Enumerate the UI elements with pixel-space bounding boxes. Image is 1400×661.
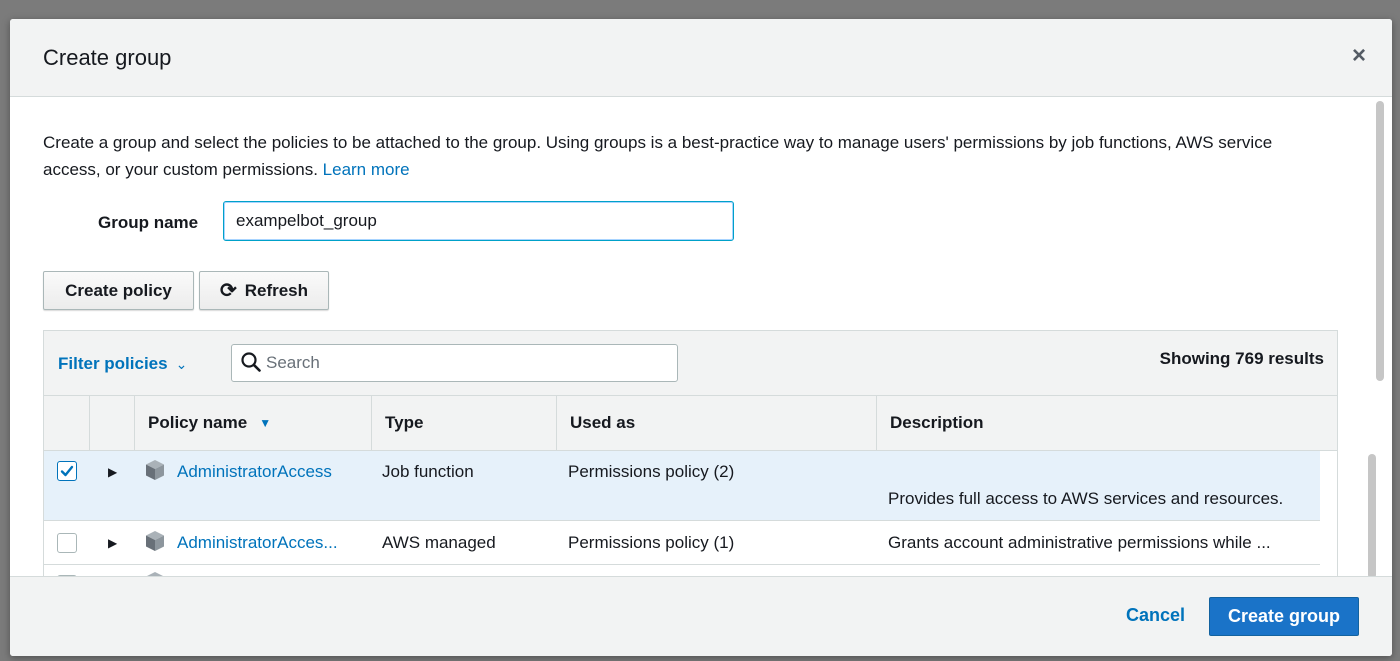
caret-right-icon[interactable]: ▶ <box>108 465 117 479</box>
dialog-scrollbar[interactable] <box>1376 101 1384 381</box>
create-policy-label: Create policy <box>65 280 172 300</box>
type-header-label: Type <box>385 413 424 432</box>
box-icon <box>146 460 164 480</box>
refresh-button[interactable]: ⟳ Refresh <box>199 271 329 310</box>
create-group-label: Create group <box>1227 606 1341 626</box>
column-header-used-as[interactable]: Used as <box>556 396 876 451</box>
create-policy-button[interactable]: Create policy <box>43 271 194 310</box>
policy-used-as: Permissions policy (1) <box>568 533 735 552</box>
filter-policies-dropdown[interactable]: Filter policies ⌄ <box>58 354 187 374</box>
sort-descending-icon[interactable]: ▼ <box>259 416 271 430</box>
cancel-button[interactable]: Cancel <box>1126 605 1185 626</box>
column-header-type[interactable]: Type <box>371 396 556 451</box>
column-header-policy-name[interactable]: Policy name ▼ <box>134 396 371 451</box>
close-icon[interactable]: × <box>1348 44 1370 68</box>
policy-type: Job function <box>382 462 474 481</box>
create-group-button[interactable]: Create group <box>1209 597 1359 636</box>
checkmark-icon <box>60 465 74 477</box>
intro-text: Create a group and select the policies t… <box>43 129 1333 183</box>
table-row[interactable]: ▶ AdministratorAccess Job function Permi… <box>44 451 1320 521</box>
table-row[interactable]: ▶ AdministratorAcces... AWS managed Perm… <box>44 521 1320 565</box>
policy-name-header-label: Policy name <box>148 413 248 432</box>
select-column-header <box>44 396 89 451</box>
group-name-input[interactable] <box>223 201 734 241</box>
policy-name-link[interactable]: AdministratorAccess <box>177 462 332 482</box>
policy-name-link[interactable]: AdministratorAcces... <box>177 533 338 553</box>
dialog-header: Create group × <box>10 19 1392 97</box>
policy-description: Grants account administrative permission… <box>888 533 1271 552</box>
column-header-description[interactable]: Description <box>876 396 1337 451</box>
search-icon <box>241 352 261 372</box>
intro-description: Create a group and select the policies t… <box>43 133 1273 179</box>
policies-table: Filter policies ⌄ Showing 769 results Pol… <box>43 330 1338 580</box>
policy-type: AWS managed <box>382 533 496 552</box>
policy-used-as: Permissions policy (2) <box>568 462 735 481</box>
refresh-icon: ⟳ <box>219 279 237 302</box>
policy-description: Provides full access to AWS services and… <box>888 489 1284 508</box>
used-as-header-label: Used as <box>570 413 636 432</box>
learn-more-link[interactable]: Learn more <box>323 160 410 179</box>
group-name-label: Group name <box>98 213 199 232</box>
refresh-label: Refresh <box>244 280 309 300</box>
row-checkbox[interactable] <box>57 461 77 481</box>
results-count: Showing 769 results <box>1159 349 1324 368</box>
create-group-dialog: Create group × Create a group and select… <box>10 19 1392 656</box>
filter-bar: Filter policies ⌄ Showing 769 results <box>44 331 1337 396</box>
search-input[interactable] <box>264 346 669 380</box>
dialog-title: Create group <box>43 45 172 70</box>
box-icon <box>146 531 164 551</box>
description-header-label: Description <box>890 413 984 432</box>
row-checkbox[interactable] <box>57 533 77 553</box>
dialog-footer: Cancel Create group <box>10 576 1392 656</box>
filter-policies-label: Filter policies <box>58 354 168 373</box>
table-scrollbar[interactable] <box>1368 454 1376 579</box>
chevron-down-icon: ⌄ <box>175 356 188 372</box>
caret-right-icon[interactable]: ▶ <box>108 536 117 550</box>
expand-column-header <box>89 396 134 451</box>
search-box[interactable] <box>231 344 678 382</box>
